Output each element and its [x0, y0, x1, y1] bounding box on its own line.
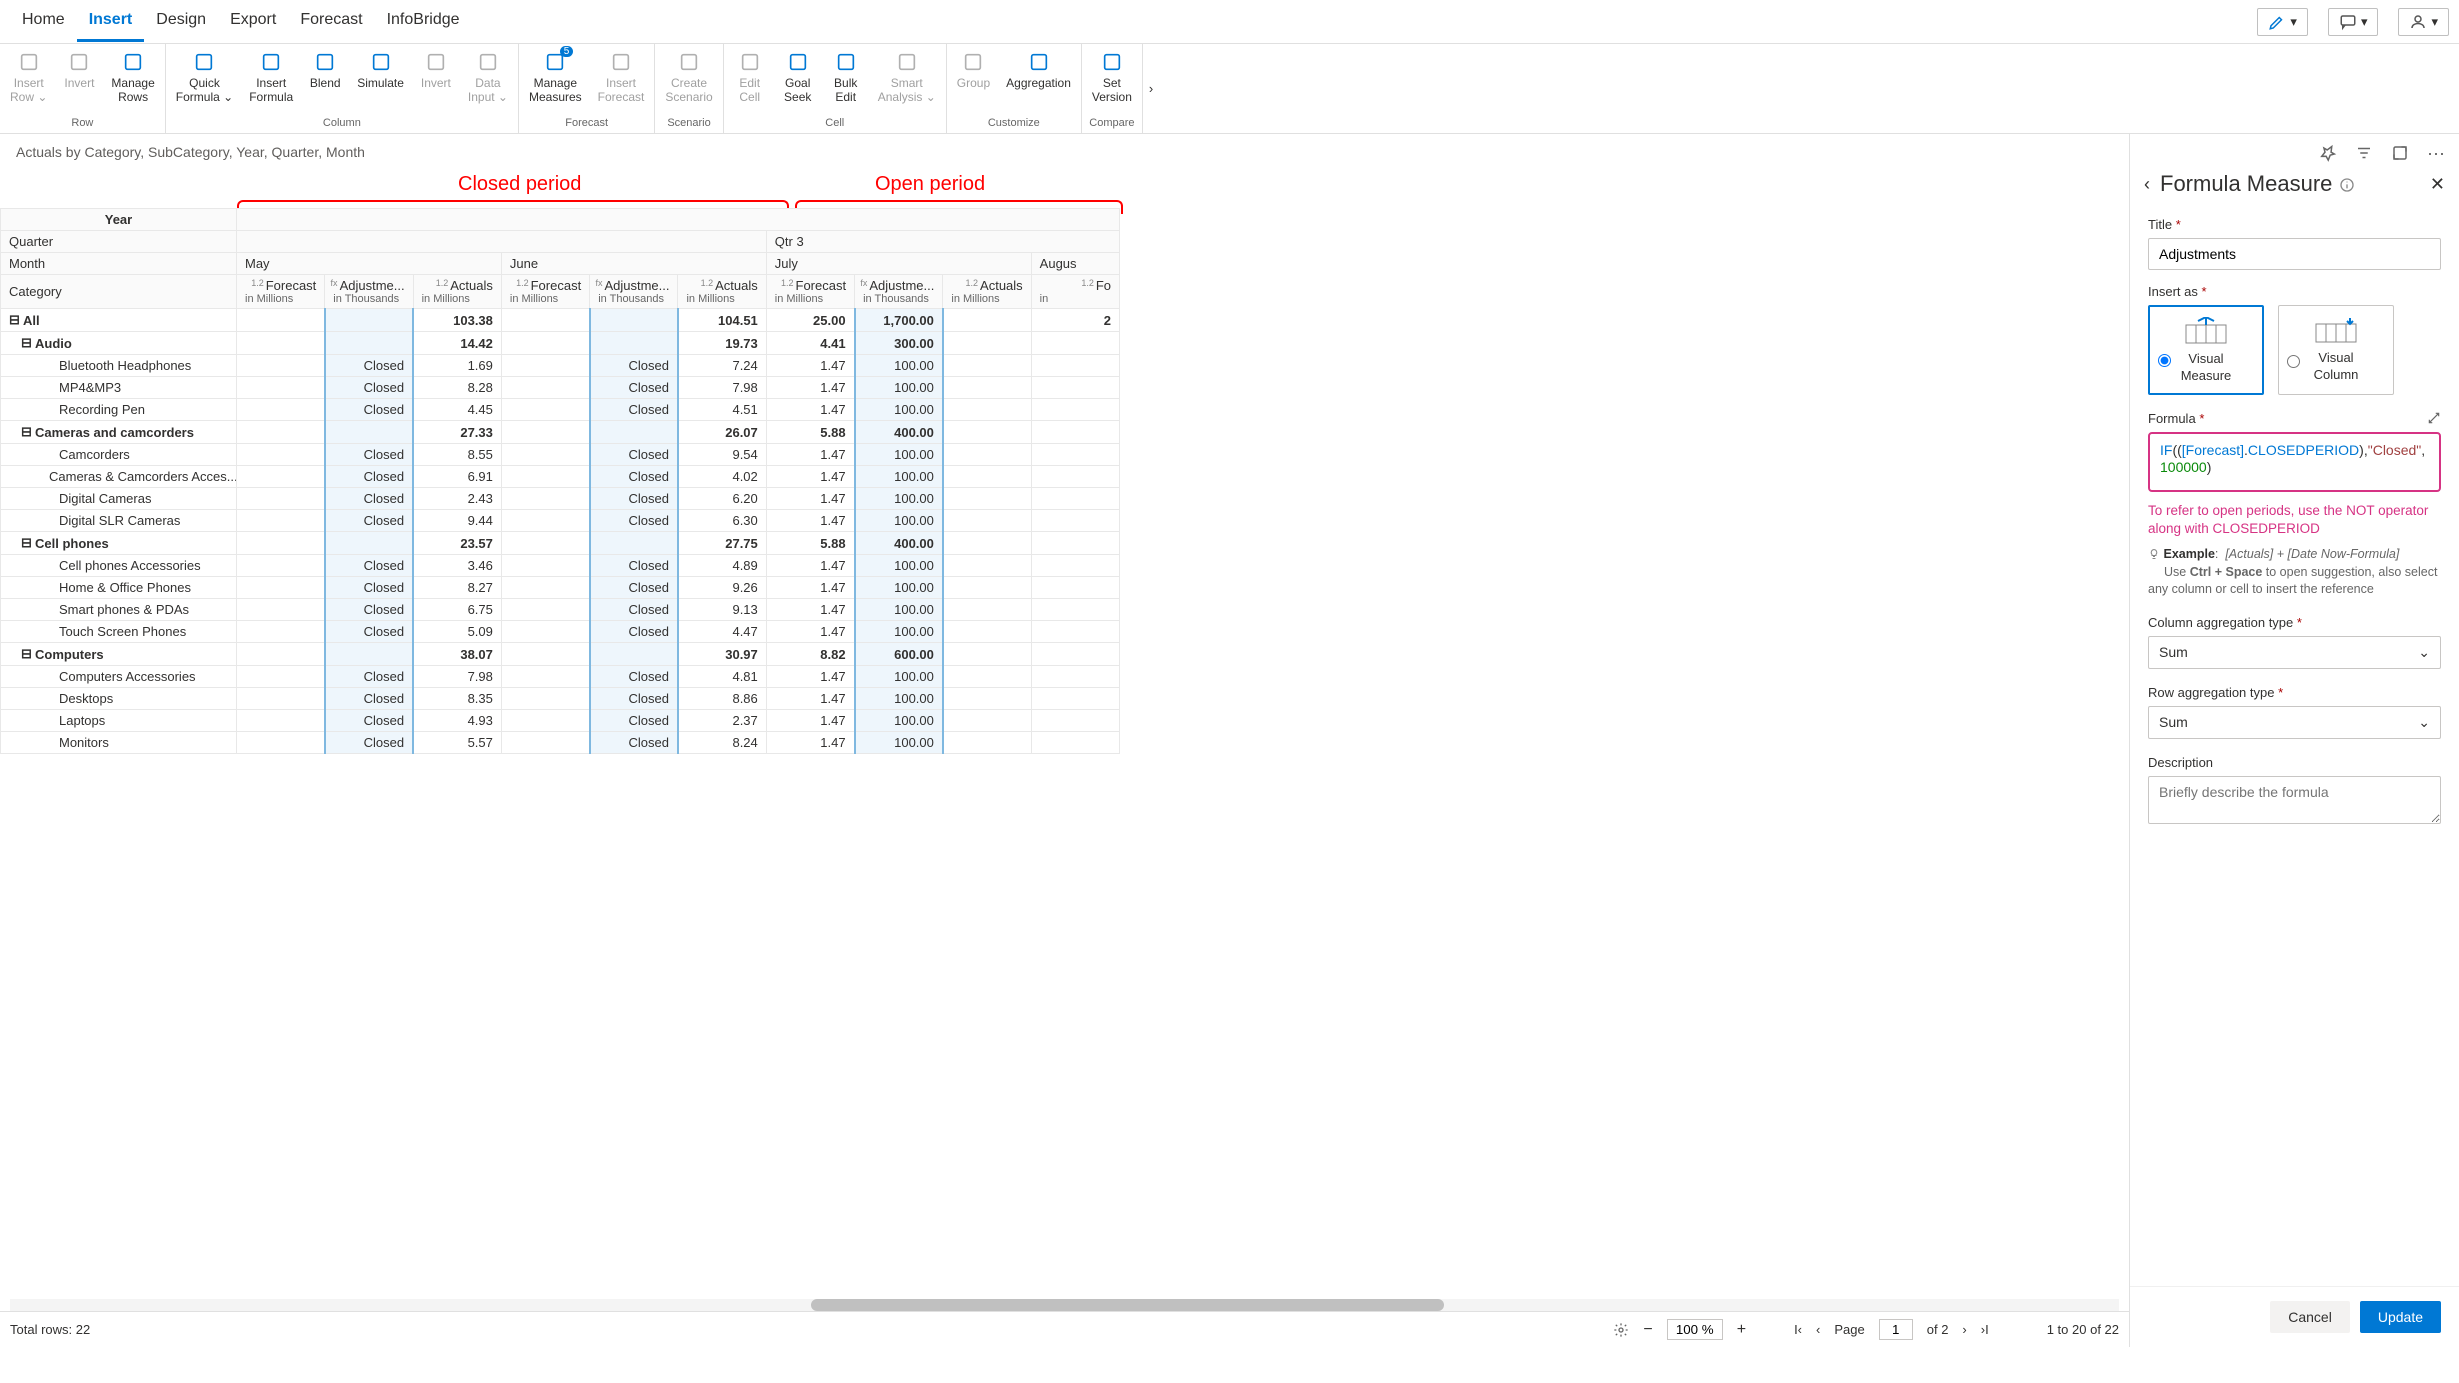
- ribbon-simulate[interactable]: Simulate: [353, 48, 408, 92]
- ribbon-aggregation[interactable]: Aggregation: [1002, 48, 1075, 92]
- page-next[interactable]: ›: [1962, 1322, 1966, 1337]
- table-row[interactable]: Cell phones AccessoriesClosed3.46Closed4…: [1, 555, 1120, 577]
- user-button[interactable]: ▾: [2398, 8, 2449, 36]
- row-range: 1 to 20 of 22: [2047, 1322, 2119, 1337]
- table-row[interactable]: ⊟Cell phones23.5727.755.88400.00: [1, 532, 1120, 555]
- annotation-open: Open period: [875, 173, 985, 196]
- page-last[interactable]: ›I: [1981, 1322, 1989, 1337]
- formula-input[interactable]: IF(([Forecast].CLOSEDPERIOD),"Closed",10…: [2148, 432, 2441, 492]
- desc-label: Description: [2148, 755, 2441, 770]
- total-rows: Total rows: 22: [10, 1322, 90, 1337]
- expand-formula-icon[interactable]: [2427, 411, 2441, 425]
- ribbon-data: DataInput ⌄: [464, 48, 512, 107]
- ribbon-goal[interactable]: GoalSeek: [778, 48, 818, 107]
- main-tabs: HomeInsertDesignExportForecastInfoBridge…: [0, 0, 2459, 44]
- ribbon-insert: InsertForecast: [594, 48, 649, 107]
- ribbon-blend[interactable]: Blend: [305, 48, 345, 92]
- table-row[interactable]: MP4&MP3Closed8.28Closed7.981.47100.00: [1, 377, 1120, 399]
- tab-design[interactable]: Design: [144, 1, 218, 42]
- visual-measure-option[interactable]: Visual Measure: [2148, 305, 2264, 395]
- page-first[interactable]: I‹: [1794, 1322, 1802, 1337]
- formula-note: To refer to open periods, use the NOT op…: [2148, 502, 2441, 538]
- table-row[interactable]: ⊟Audio14.4219.734.41300.00: [1, 332, 1120, 355]
- pin-icon[interactable]: [2319, 144, 2337, 162]
- insert-as-label: Insert as: [2148, 284, 2198, 299]
- page-label: Page: [1834, 1322, 1864, 1337]
- table-row[interactable]: LaptopsClosed4.93Closed2.371.47100.00: [1, 710, 1120, 732]
- zoom-out[interactable]: −: [1643, 1321, 1652, 1339]
- zoom-input[interactable]: [1667, 1319, 1723, 1340]
- ribbon-invert: Invert: [59, 48, 99, 92]
- ribbon-edit: EditCell: [730, 48, 770, 107]
- gear-icon[interactable]: [1613, 1322, 1629, 1338]
- ribbon-insert: InsertRow ⌄: [6, 48, 51, 107]
- row-agg-label: Row aggregation type: [2148, 685, 2274, 700]
- tab-insert[interactable]: Insert: [77, 1, 145, 42]
- table-row[interactable]: ⊟All103.38104.5125.001,700.002: [1, 309, 1120, 332]
- table-row[interactable]: CamcordersClosed8.55Closed9.541.47100.00: [1, 444, 1120, 466]
- panel-title: Formula Measure: [2160, 171, 2420, 197]
- col-agg-label: Column aggregation type: [2148, 615, 2293, 630]
- tab-home[interactable]: Home: [10, 1, 77, 42]
- table-row[interactable]: Digital CamerasClosed2.43Closed6.201.471…: [1, 488, 1120, 510]
- table-row[interactable]: Touch Screen PhonesClosed5.09Closed4.471…: [1, 621, 1120, 643]
- formula-hint: Example: [Actuals] + [Date Now-Formula] …: [2148, 546, 2441, 599]
- breadcrumb: Actuals by Category, SubCategory, Year, …: [0, 134, 2129, 170]
- filter-icon[interactable]: [2355, 144, 2373, 162]
- ribbon-insert[interactable]: InsertFormula: [245, 48, 297, 107]
- cancel-button[interactable]: Cancel: [2270, 1301, 2350, 1333]
- ribbon-manage[interactable]: ManageRows: [107, 48, 158, 107]
- table-row[interactable]: Bluetooth HeadphonesClosed1.69Closed7.24…: [1, 355, 1120, 377]
- table-row[interactable]: Cameras & Camcorders Acces...Closed6.91C…: [1, 466, 1120, 488]
- ribbon: InsertRow ⌄InvertManageRowsRowQuickFormu…: [0, 44, 2459, 134]
- tab-infobridge[interactable]: InfoBridge: [375, 1, 472, 42]
- horizontal-scrollbar[interactable]: [10, 1299, 2119, 1311]
- ribbon-quick[interactable]: QuickFormula ⌄: [172, 48, 237, 107]
- page-prev[interactable]: ‹: [1816, 1322, 1820, 1337]
- more-icon[interactable]: ⋯: [2427, 144, 2445, 165]
- table-row[interactable]: MonitorsClosed5.57Closed8.241.47100.00: [1, 732, 1120, 754]
- title-input[interactable]: [2148, 238, 2441, 270]
- page-of: of 2: [1927, 1322, 1949, 1337]
- update-button[interactable]: Update: [2360, 1301, 2441, 1333]
- pen-tool-button[interactable]: ▾: [2257, 8, 2308, 36]
- ribbon-scroll-right[interactable]: ›: [1143, 44, 1159, 133]
- ribbon-manage[interactable]: 5ManageMeasures: [525, 48, 586, 107]
- table-row[interactable]: ⊟Cameras and camcorders27.3326.075.88400…: [1, 421, 1120, 444]
- table-row[interactable]: Computers AccessoriesClosed7.98Closed4.8…: [1, 666, 1120, 688]
- annotation-closed: Closed period: [458, 173, 581, 196]
- table-row[interactable]: Recording PenClosed4.45Closed4.511.47100…: [1, 399, 1120, 421]
- ribbon-smart: SmartAnalysis ⌄: [874, 48, 940, 107]
- table-row[interactable]: Digital SLR CamerasClosed9.44Closed6.301…: [1, 510, 1120, 532]
- ribbon-bulk[interactable]: BulkEdit: [826, 48, 866, 107]
- data-grid[interactable]: YearQuarterQtr 3MonthMayJuneJulyAugusCat…: [0, 208, 2129, 1299]
- formula-label: Formula: [2148, 411, 2196, 426]
- ribbon-create: CreateScenario: [661, 48, 716, 107]
- expand-icon[interactable]: [2391, 144, 2409, 162]
- table-row[interactable]: Smart phones & PDAsClosed6.75Closed9.131…: [1, 599, 1120, 621]
- close-icon[interactable]: ✕: [2430, 174, 2445, 195]
- col-agg-select[interactable]: Sum⌄: [2148, 636, 2441, 669]
- ribbon-set[interactable]: SetVersion: [1088, 48, 1136, 107]
- table-row[interactable]: Home & Office PhonesClosed8.27Closed9.26…: [1, 577, 1120, 599]
- status-bar: Total rows: 22 − + I‹ ‹ Page of 2 › ›I 1…: [0, 1311, 2129, 1347]
- ribbon-invert: Invert: [416, 48, 456, 92]
- table-row[interactable]: ⊟Computers38.0730.978.82600.00: [1, 643, 1120, 666]
- tab-forecast[interactable]: Forecast: [288, 1, 374, 42]
- comment-button[interactable]: ▾: [2328, 8, 2379, 36]
- formula-panel: ⋯ ‹ Formula Measure ✕ Title * Insert as …: [2129, 134, 2459, 1347]
- description-input[interactable]: [2148, 776, 2441, 824]
- page-input[interactable]: [1879, 1319, 1913, 1340]
- visual-column-option[interactable]: Visual Column: [2278, 305, 2394, 395]
- zoom-in[interactable]: +: [1737, 1321, 1746, 1339]
- title-field-label: Title: [2148, 217, 2172, 232]
- back-icon[interactable]: ‹: [2144, 174, 2150, 195]
- table-row[interactable]: DesktopsClosed8.35Closed8.861.47100.00: [1, 688, 1120, 710]
- row-agg-select[interactable]: Sum⌄: [2148, 706, 2441, 739]
- tab-export[interactable]: Export: [218, 1, 288, 42]
- ribbon-group: Group: [953, 48, 994, 92]
